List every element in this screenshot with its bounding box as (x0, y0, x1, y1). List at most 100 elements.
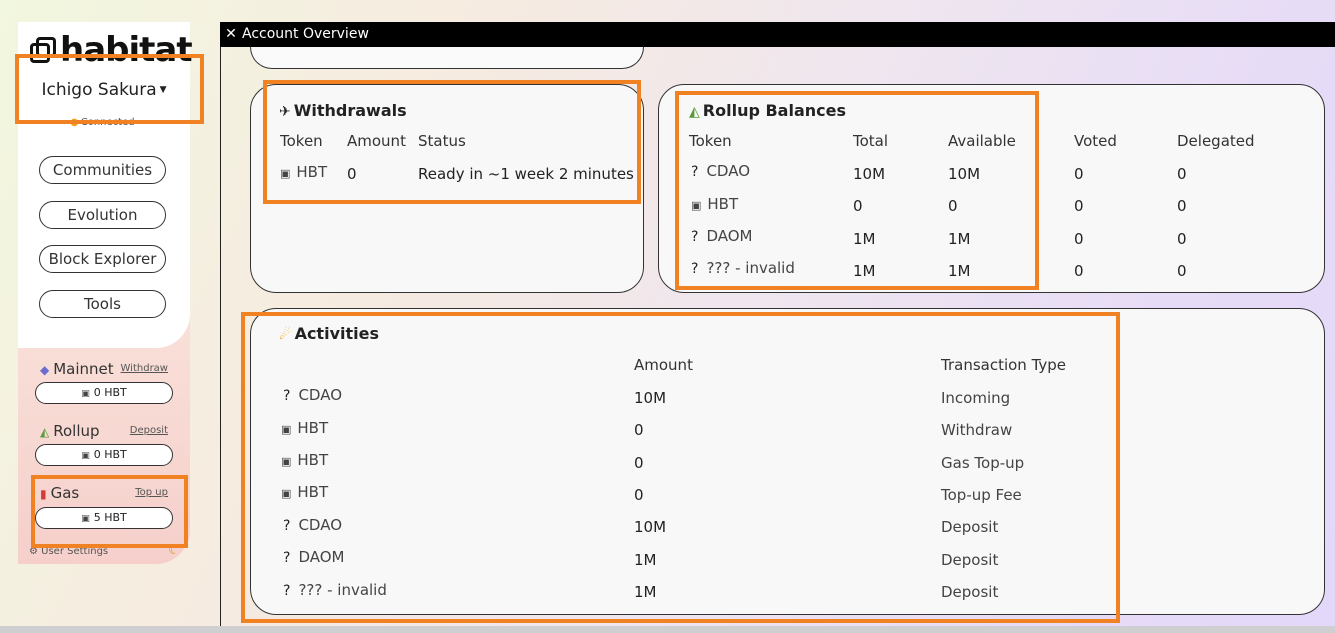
unknown-token-icon: ? (283, 550, 291, 566)
balance-delegated: 0 (1177, 165, 1187, 183)
block-explorer-button[interactable]: Block Explorer (39, 245, 166, 273)
hbt-token-icon: ▣ (281, 487, 292, 500)
col-header-total: Total (853, 132, 889, 150)
unknown-token-icon: ? (283, 388, 291, 404)
balance-token: ? CDAO (691, 162, 751, 180)
withdrawal-amount: 0 (347, 165, 357, 183)
gas-label: Gas (50, 484, 80, 502)
connection-status: ● Connected (70, 117, 135, 128)
hbt-token-icon: ▣ (280, 167, 291, 180)
top-up-link[interactable]: Top up (135, 487, 168, 498)
hbt-token-icon: ▣ (281, 423, 292, 436)
activity-amount: 10M (634, 389, 667, 407)
airplane-icon: ✈ (279, 104, 291, 120)
activity-type: Withdraw (941, 421, 1013, 439)
activity-amount: 0 (634, 454, 644, 472)
activity-type: Incoming (941, 389, 1011, 407)
sidebar-top-panel: habitat Ichigo Sakura ▼ ● Connected Commun… (18, 22, 193, 348)
theme-toggle-moon-icon[interactable]: ☾ (168, 542, 181, 558)
hbt-token-icon: ▣ (81, 451, 90, 461)
activity-token: ? CDAO (283, 516, 343, 534)
col-header-amount: Amount (347, 132, 406, 150)
balance-voted: 0 (1074, 262, 1084, 280)
activity-token: ▣ HBT (281, 419, 329, 437)
status-dot-icon: ● (70, 117, 79, 128)
communities-button[interactable]: Communities (39, 156, 166, 184)
activity-amount: 0 (634, 421, 644, 439)
col-header-token: Token (689, 132, 732, 150)
activity-type: Deposit (941, 518, 999, 536)
hbt-token-icon: ▣ (691, 199, 702, 212)
gear-icon: ⚙ (29, 546, 38, 557)
activity-type: Deposit (941, 583, 999, 601)
balance-voted: 0 (1074, 197, 1084, 215)
balance-token: ? DAOM (691, 227, 753, 245)
mainnet-label: Mainnet (53, 360, 114, 378)
habitat-logo-icon (30, 37, 56, 63)
balance-available: 1M (948, 262, 971, 280)
window-titlebar: ✕ Account Overview (220, 22, 1335, 47)
balance-delegated: 0 (1177, 230, 1187, 248)
balance-voted: 0 (1074, 165, 1084, 183)
col-header-amount: Amount (634, 356, 693, 374)
activity-amount: 1M (634, 583, 657, 601)
tools-button[interactable]: Tools (39, 290, 166, 318)
unknown-token-icon: ? (691, 229, 699, 245)
activity-type: Top-up Fee (941, 486, 1022, 504)
mainnet-row: ◆ Mainnet Withdraw (40, 360, 168, 378)
rollup-label: Rollup (53, 422, 100, 440)
withdrawal-status: Ready in ~1 week 2 minutes (418, 165, 634, 183)
close-icon[interactable]: ✕ (220, 22, 242, 47)
evolution-button[interactable]: Evolution (39, 201, 166, 229)
balance-delegated: 0 (1177, 197, 1187, 215)
col-header-available: Available (948, 132, 1016, 150)
balance-available: 0 (948, 197, 958, 215)
activity-amount: 0 (634, 486, 644, 504)
activity-type: Deposit (941, 551, 999, 569)
col-header-token: Token (280, 132, 323, 150)
balance-available: 1M (948, 230, 971, 248)
rollup-balance: ▣ 0 HBT (35, 444, 173, 466)
rollup-balances-title: ◭ Rollup Balances (689, 101, 846, 120)
balance-delegated: 0 (1177, 262, 1187, 280)
rollup-icon: ◭ (40, 425, 50, 439)
activities-card: ☄ Activities Amount Transaction Type ? CDA… (250, 308, 1325, 615)
user-settings-link[interactable]: ⚙ User Settings (29, 546, 108, 557)
rollup-row: ◭ Rollup Deposit (40, 422, 168, 440)
withdrawals-card: ✈ Withdrawals Token Amount Status ▣ HBT 0 … (250, 84, 644, 293)
comet-icon: ☄ (279, 327, 292, 343)
bottom-strip (0, 626, 1335, 633)
withdraw-link[interactable]: Withdraw (121, 363, 168, 374)
account-name: Ichigo Sakura (41, 80, 157, 100)
account-menu[interactable]: Ichigo Sakura ▼ (18, 80, 190, 100)
activity-token: ▣ HBT (281, 451, 329, 469)
unknown-token-icon: ? (283, 583, 291, 599)
activity-amount: 10M (634, 518, 667, 536)
col-header-transaction-type: Transaction Type (941, 356, 1067, 374)
balance-available: 10M (948, 165, 981, 183)
activity-token: ? DAOM (283, 548, 345, 566)
activity-amount: 1M (634, 551, 657, 569)
unknown-token-icon: ? (283, 518, 291, 534)
activity-token: ? CDAO (283, 386, 343, 404)
gas-balance: ▣ 5 HBT (35, 507, 173, 529)
mainnet-balance: ▣ 0 HBT (35, 382, 173, 404)
col-header-status: Status (418, 132, 466, 150)
gas-row: ▮ Gas Top up (40, 484, 168, 502)
activity-token: ▣ HBT (281, 483, 329, 501)
col-header-delegated: Delegated (1177, 132, 1255, 150)
hbt-token-icon: ▣ (281, 455, 292, 468)
habitat-logo[interactable]: habitat (30, 30, 193, 70)
logo-text: habitat (60, 30, 193, 70)
caret-down-icon: ▼ (159, 85, 167, 95)
balance-total: 0 (853, 197, 863, 215)
activities-title: ☄ Activities (279, 324, 379, 343)
balance-token: ???? - invalid (691, 259, 795, 277)
withdrawals-title: ✈ Withdrawals (279, 101, 407, 120)
deposit-link[interactable]: Deposit (130, 425, 168, 436)
balance-token: ▣ HBT (691, 195, 739, 213)
balance-total: 10M (853, 165, 886, 183)
rollup-balances-card: ◭ Rollup Balances Token Total Available V… (658, 84, 1325, 293)
activity-token: ???? - invalid (283, 581, 387, 599)
ethereum-icon: ◆ (40, 363, 50, 377)
